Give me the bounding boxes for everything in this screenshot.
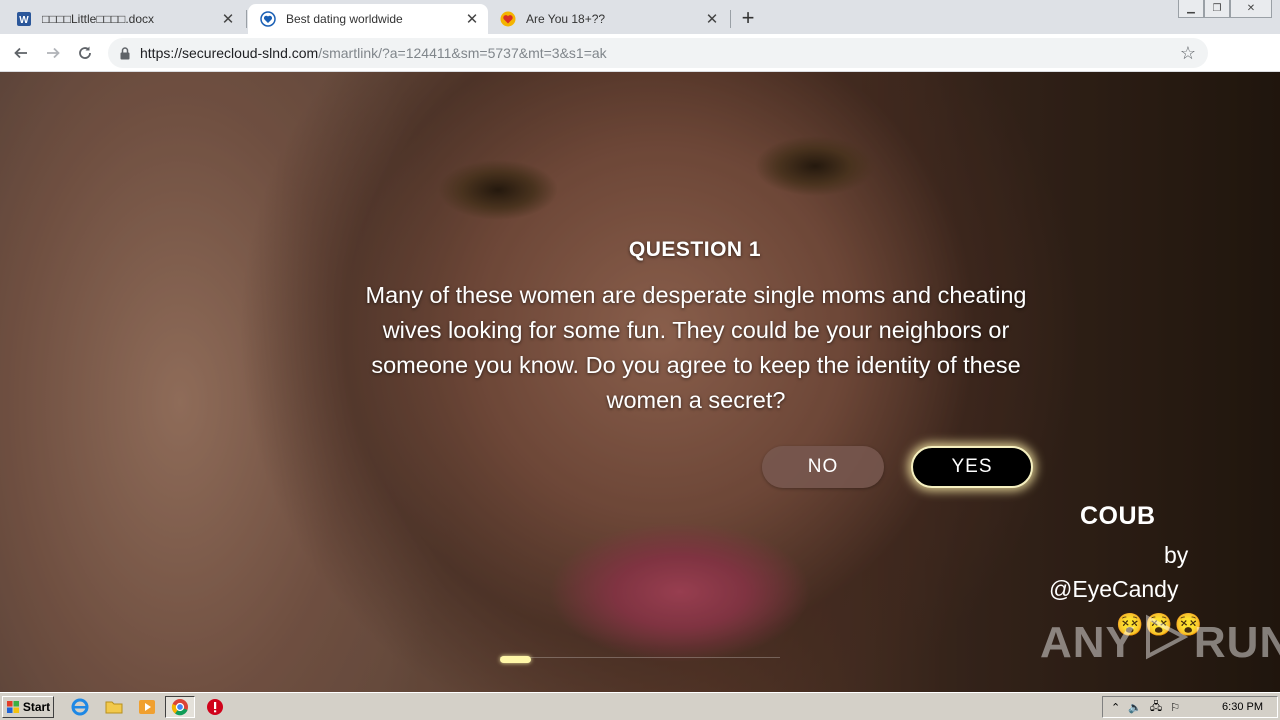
flag-icon[interactable]: ⚐ <box>1170 701 1180 714</box>
svg-text:W: W <box>19 15 29 26</box>
shield-heart-icon <box>260 11 276 27</box>
credit-brand: COUB <box>1080 502 1156 530</box>
question-text: Many of these women are desperate single… <box>365 282 1027 413</box>
tab-separator <box>730 10 731 28</box>
tab-title: Best dating worldwide <box>286 12 403 26</box>
address-bar[interactable]: https://securecloud-slnd.com/smartlink/?… <box>108 38 1208 68</box>
page-content: QUESTION 1 Many of these women are despe… <box>0 72 1280 692</box>
tab-are-you-18[interactable]: Are You 18+?? ✕ <box>488 4 728 34</box>
credit-author: @EyeCandy <box>1049 576 1179 602</box>
back-button[interactable] <box>8 40 34 66</box>
chrome-icon[interactable] <box>165 696 195 718</box>
forward-button[interactable] <box>40 40 66 66</box>
chevron-up-icon[interactable]: ⌃ <box>1111 701 1120 714</box>
internet-explorer-icon[interactable] <box>70 697 90 717</box>
tab-best-dating[interactable]: Best dating worldwide ✕ <box>248 4 488 34</box>
window-controls: ▁ ❐ ✕ <box>1178 0 1272 18</box>
stop-icon[interactable] <box>205 697 225 717</box>
reload-icon <box>79 46 91 59</box>
url-path: /smartlink/?a=124411&sm=5737&mt=3&s1=ak <box>318 45 607 61</box>
arrow-right-icon <box>47 47 60 59</box>
progress-bar-fill <box>500 656 531 663</box>
yes-button[interactable]: YES <box>911 446 1033 488</box>
play-icon <box>1140 612 1190 673</box>
tab-title: □□□□Little□□□□.docx <box>42 12 155 26</box>
credit-by: by <box>1164 542 1189 568</box>
browser-toolbar: https://securecloud-slnd.com/smartlink/?… <box>0 34 1280 97</box>
network-icon[interactable]: 🖧 <box>1150 698 1162 717</box>
lock-icon <box>120 46 130 60</box>
bookmark-star-icon[interactable]: ☆ <box>1180 43 1196 64</box>
close-tab-icon[interactable]: ✕ <box>702 9 722 29</box>
clock: 6:30 PM <box>1222 701 1263 713</box>
tab-title: Are You 18+?? <box>526 12 606 26</box>
taskbar: Start ⌃ 🔈 🖧 ⚐ 6:30 PM <box>0 692 1280 720</box>
windows-logo-icon <box>6 701 19 713</box>
close-tab-icon[interactable]: ✕ <box>218 9 238 29</box>
tab-word-document[interactable]: W □□□□Little□□□□.docx ✕ <box>4 4 244 34</box>
restore-button[interactable]: ❐ <box>1204 0 1230 18</box>
heart-icon <box>500 11 516 27</box>
speaker-icon[interactable]: 🔈 <box>1128 701 1142 714</box>
question-title: QUESTION 1 <box>628 238 762 261</box>
anyrun-watermark: ANY RUN <box>1040 612 1280 673</box>
media-player-icon[interactable] <box>137 697 157 717</box>
tab-separator <box>246 10 247 28</box>
close-tab-icon[interactable]: ✕ <box>462 9 482 29</box>
watermark-left: ANY <box>1040 617 1136 667</box>
start-button[interactable]: Start <box>2 696 54 718</box>
arrow-left-icon <box>14 47 27 59</box>
start-label: Start <box>22 700 51 714</box>
system-tray: ⌃ 🔈 🖧 ⚐ 6:30 PM <box>1102 696 1278 718</box>
reload-button[interactable] <box>72 40 98 66</box>
url-host: https://securecloud-slnd.com <box>140 45 319 61</box>
new-tab-button[interactable]: + <box>736 5 760 30</box>
progress-track <box>500 657 780 658</box>
watermark-right: RUN <box>1193 617 1280 667</box>
tab-strip: W □□□□Little□□□□.docx ✕ Best dating worl… <box>0 0 1280 34</box>
word-doc-icon: W <box>16 11 32 27</box>
no-button[interactable]: NO <box>762 446 884 488</box>
minimize-button[interactable]: ▁ <box>1178 0 1204 18</box>
close-window-button[interactable]: ✕ <box>1230 0 1272 18</box>
folder-icon[interactable] <box>104 697 124 717</box>
